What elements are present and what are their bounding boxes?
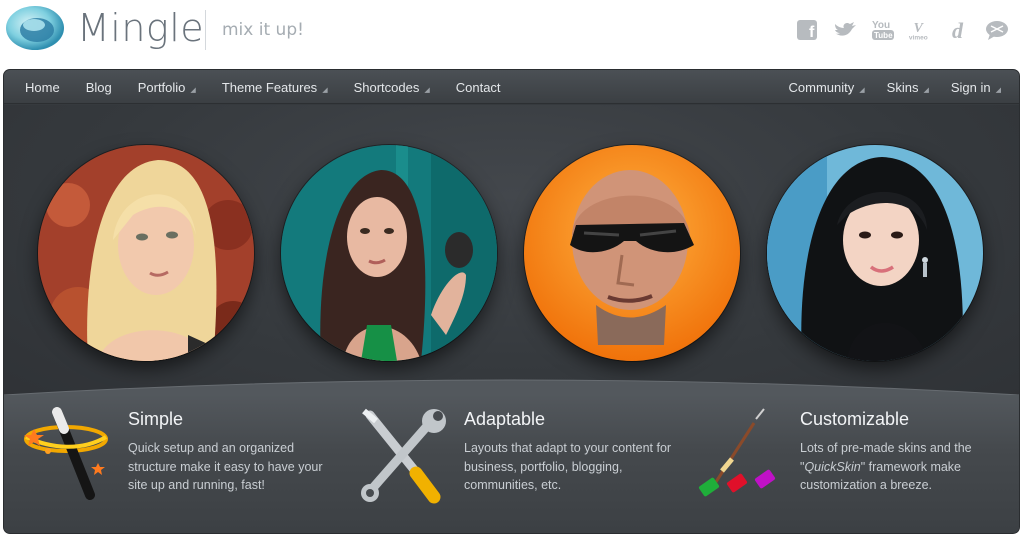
social-links: f You Tube Vvimeo d [794,17,1010,43]
nav-label: Home [25,79,60,95]
svg-text:You: You [872,20,890,31]
feature-description: Layouts that adapt to your content for b… [464,441,672,492]
nav-label: Blog [85,79,112,95]
facebook-icon[interactable]: f [794,17,820,43]
tagline: mix it up! [222,20,304,40]
nav-label: Theme Features [221,79,318,95]
nav-item-skins[interactable]: Skins ◢ [887,80,929,95]
site-header: Mingle mix it up! f You Tube Vvimeo d [0,0,1024,68]
main-frame: Home Blog Portfolio ◢ Theme Features ◢ Sho… [4,70,1019,533]
dropdown-caret-icon: ◢ [859,87,865,94]
quickskin-emphasis: QuickSkin [804,459,861,474]
feature-title: Adaptable [464,409,546,429]
twitter-icon[interactable] [832,17,858,43]
nav-item-contact[interactable]: Contact [456,80,501,95]
svg-text:Tube: Tube [874,31,893,40]
features-section: Simple Quick setup and an organized stru… [4,395,1019,533]
svg-text:vimeo: vimeo [909,34,928,41]
nav-item-blog[interactable]: Blog [86,80,112,95]
nav-item-portfolio[interactable]: Portfolio ◢ [138,80,196,95]
nav-label: Community [788,79,855,95]
nav-item-theme-features[interactable]: Theme Features ◢ [222,80,328,95]
svg-text:d: d [952,18,964,42]
svg-text:f: f [809,24,815,41]
feature-title: Customizable [800,409,910,429]
dropdown-caret-icon: ◢ [995,87,1001,94]
nav-label: Shortcodes [353,79,420,95]
nav-label: Contact [455,79,501,95]
logo-icon[interactable] [4,3,66,53]
youtube-icon[interactable]: You Tube [870,17,896,43]
nav-right: Community ◢ Skins ◢ Sign in ◢ [789,70,1001,104]
hero-stage [4,105,1019,405]
nav-item-community[interactable]: Community ◢ [789,80,865,95]
feature-description: Lots of pre-made skins and the "QuickSki… [800,439,1012,495]
dropdown-caret-icon: ◢ [923,87,929,94]
header-divider [205,10,206,50]
feature-simple: Simple Quick setup and an organized stru… [22,407,342,527]
nav-label: Portfolio [137,79,186,95]
portrait-asian-woman[interactable] [767,145,983,361]
delicious-icon[interactable]: d [946,17,972,43]
feature-description: Quick setup and an organized structure m… [128,441,323,492]
nav-item-sign-in[interactable]: Sign in ◢ [951,80,1001,95]
feature-title: Simple [128,409,184,429]
nav-label: Sign in [950,79,991,95]
nav-item-shortcodes[interactable]: Shortcodes ◢ [354,80,430,95]
portrait-brunette-woman[interactable] [281,145,497,361]
dropdown-caret-icon: ◢ [190,87,196,94]
nav-label: Skins [886,79,919,95]
vimeo-icon[interactable]: Vvimeo [908,17,934,43]
nav-left: Home Blog Portfolio ◢ Theme Features ◢ Sho… [25,70,501,104]
chat-icon[interactable] [984,17,1010,43]
paintbrush-icon [694,407,786,507]
tools-icon [358,407,450,507]
magic-wand-icon [22,407,114,507]
main-nav: Home Blog Portfolio ◢ Theme Features ◢ Sho… [4,70,1019,104]
nav-item-home[interactable]: Home [25,80,60,95]
portrait-man-sunglasses[interactable] [524,145,740,361]
portrait-blonde-woman[interactable] [38,145,254,361]
dropdown-caret-icon: ◢ [322,87,328,94]
feature-customizable: Customizable Lots of pre-made skins and … [694,407,1014,527]
brand-name[interactable]: Mingle [77,6,204,50]
dropdown-caret-icon: ◢ [424,87,430,94]
feature-adaptable: Adaptable Layouts that adapt to your con… [358,407,678,527]
